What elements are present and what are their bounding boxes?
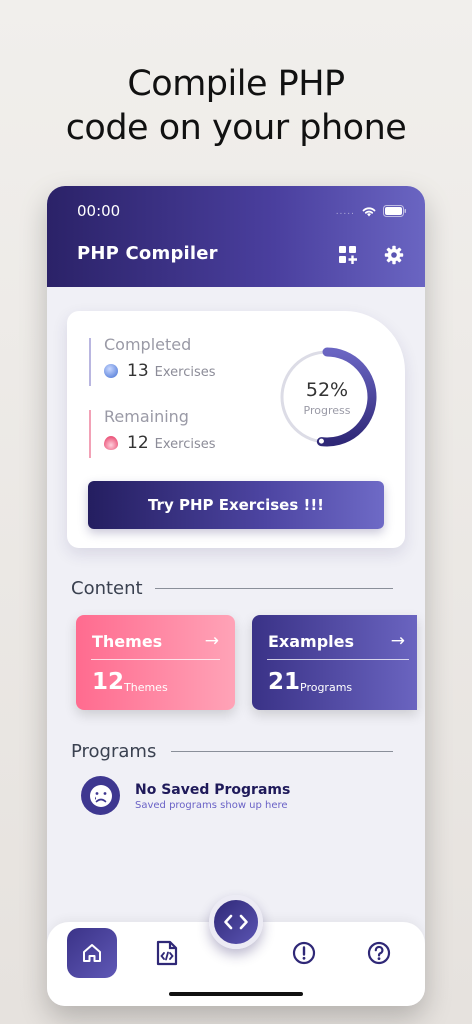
content-divider bbox=[155, 588, 393, 589]
marketing-headline: Compile PHP code on your phone bbox=[0, 62, 472, 150]
nav-files[interactable] bbox=[142, 928, 192, 978]
code-fab-button[interactable] bbox=[209, 895, 263, 949]
themes-unit: Themes bbox=[124, 681, 168, 694]
empty-state-subtitle: Saved programs show up here bbox=[135, 800, 288, 811]
headline-line-2: code on your phone bbox=[65, 108, 407, 148]
status-time: 00:00 bbox=[77, 202, 121, 220]
arrow-right-icon: → bbox=[204, 631, 219, 651]
themes-tile-divider bbox=[91, 659, 220, 660]
remaining-label: Remaining bbox=[104, 407, 189, 426]
signal-icon: ..... bbox=[335, 206, 355, 217]
remaining-stat: Remaining 12 Exercises bbox=[89, 407, 216, 458]
programs-divider bbox=[171, 751, 393, 752]
arrow-right-icon: → bbox=[390, 631, 405, 651]
globe-icon bbox=[104, 364, 118, 378]
remaining-unit: Exercises bbox=[154, 437, 216, 452]
examples-tile-divider bbox=[267, 659, 409, 660]
app-bar: 00:00 ..... PHP Compiler bbox=[47, 186, 425, 287]
completed-stat: Completed 13 Exercises bbox=[89, 335, 216, 386]
fire-icon bbox=[104, 436, 118, 450]
themes-tile[interactable]: Themes → 12 Themes bbox=[76, 615, 235, 710]
code-icon bbox=[224, 914, 248, 930]
progress-label: Progress bbox=[303, 404, 351, 417]
content-section-title: Content bbox=[71, 578, 143, 599]
home-icon bbox=[83, 944, 101, 962]
examples-tile[interactable]: Examples → 21 Programs bbox=[252, 615, 417, 710]
remaining-count: 12 bbox=[127, 433, 149, 453]
empty-state-title: No Saved Programs bbox=[135, 782, 291, 798]
file-code-icon bbox=[156, 940, 178, 966]
examples-count: 21 bbox=[268, 669, 301, 695]
programs-section-title: Programs bbox=[71, 741, 157, 762]
examples-tile-title: Examples bbox=[268, 632, 355, 651]
settings-gear-icon[interactable] bbox=[383, 244, 405, 266]
add-widget-icon[interactable] bbox=[337, 244, 359, 266]
try-exercises-button[interactable]: Try PHP Exercises !!! bbox=[88, 481, 384, 529]
themes-count: 12 bbox=[92, 669, 125, 695]
examples-unit: Programs bbox=[300, 681, 353, 694]
progress-percent: 52% bbox=[305, 379, 349, 401]
home-indicator bbox=[169, 992, 303, 996]
progress-ring: 52% Progress bbox=[276, 346, 378, 448]
themes-tile-title: Themes bbox=[92, 632, 163, 651]
app-title: PHP Compiler bbox=[77, 243, 218, 264]
battery-icon bbox=[383, 202, 407, 221]
completed-unit: Exercises bbox=[154, 365, 216, 380]
nav-alerts[interactable] bbox=[279, 928, 329, 978]
progress-card: Completed 13 Exercises Remaining 12 Exer… bbox=[67, 311, 405, 548]
help-icon bbox=[367, 941, 391, 965]
progress-ring-knob bbox=[318, 438, 324, 444]
completed-count: 13 bbox=[127, 361, 149, 381]
phone-screen: 00:00 ..... PHP Compiler Completed 13 Ex… bbox=[47, 186, 425, 1006]
completed-label: Completed bbox=[104, 335, 192, 354]
nav-help[interactable] bbox=[354, 928, 404, 978]
headline-line-1: Compile PHP bbox=[127, 64, 345, 104]
status-icons: ..... bbox=[336, 202, 407, 221]
sad-face-icon bbox=[81, 776, 120, 815]
wifi-icon bbox=[361, 202, 377, 221]
alert-icon bbox=[292, 941, 316, 965]
app-bar-actions bbox=[337, 244, 405, 266]
nav-home[interactable] bbox=[67, 928, 117, 978]
